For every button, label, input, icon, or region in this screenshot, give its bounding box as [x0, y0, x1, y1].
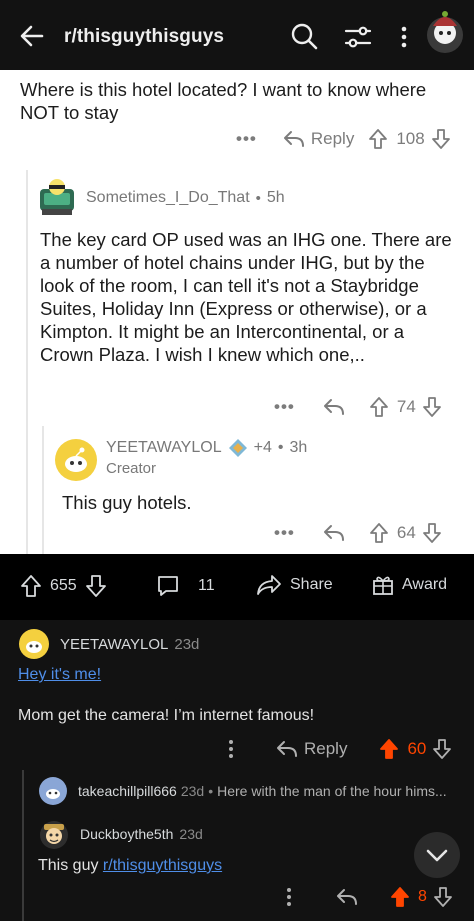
- downvote-icon[interactable]: [432, 738, 452, 760]
- dark1-link[interactable]: Hey it's me!: [18, 666, 101, 684]
- back-arrow-icon[interactable]: [18, 22, 46, 50]
- parent-score: 108: [396, 129, 425, 148]
- dark3-age: 23d: [179, 826, 203, 842]
- reply-icon: [277, 741, 297, 757]
- comment1-age: 5h: [266, 189, 285, 206]
- comment2-text: This guy hotels.: [62, 492, 192, 513]
- reply-button[interactable]: Reply: [283, 129, 354, 149]
- dark2-age: 23d: [180, 783, 205, 799]
- comment2-age: 3h: [289, 439, 308, 456]
- reply-button[interactable]: Reply: [276, 739, 347, 759]
- dark1-actions: Reply 60: [226, 738, 452, 760]
- filter-icon[interactable]: [344, 24, 372, 50]
- share-button[interactable]: Share: [256, 574, 333, 596]
- comment2-actions: ••• 64: [274, 522, 442, 544]
- user-avatar[interactable]: [424, 8, 466, 56]
- search-icon[interactable]: [290, 22, 318, 50]
- thread-line[interactable]: [42, 426, 44, 554]
- reply-icon[interactable]: [323, 524, 345, 542]
- comments-button[interactable]: 11: [156, 574, 215, 598]
- comment2-username[interactable]: YEETAWAYLOL: [106, 439, 222, 457]
- more-dots-icon[interactable]: •••: [274, 397, 295, 417]
- parent-comment-text: Where is this hotel located? I want to k…: [20, 79, 427, 123]
- dark3-body: This guy r/thisguythisguys: [38, 857, 222, 875]
- more-dots-icon[interactable]: •••: [274, 523, 295, 543]
- scroll-down-button[interactable]: [414, 832, 460, 878]
- thread-line[interactable]: [22, 770, 24, 921]
- gift-icon: [373, 576, 393, 595]
- award-count: +4: [253, 439, 272, 456]
- downvote-icon[interactable]: [431, 128, 451, 150]
- dark2-preview: Here with the man of the hour hims...: [217, 783, 447, 799]
- comment1-text: The key card OP used was an IHG one. The…: [40, 229, 452, 365]
- dark3-link[interactable]: r/thisguythisguys: [103, 857, 222, 874]
- upvote-icon[interactable]: [390, 886, 410, 908]
- thread-line[interactable]: [26, 170, 28, 554]
- post-vote: 655: [20, 574, 107, 598]
- user-avatar: [55, 439, 97, 481]
- comment-icon: [158, 576, 178, 596]
- comment2-header: YEETAWAYLOL +4 • 3h Creator: [54, 438, 307, 482]
- dark3-score: 8: [418, 888, 427, 905]
- dark1-text: Mom get the camera! I’m internet famous!: [18, 707, 315, 724]
- user-avatar: [40, 179, 74, 215]
- post-action-bar: 655 11 Share Award: [0, 554, 474, 620]
- parent-actions: ••• Reply 108: [236, 128, 451, 150]
- post-score: 655: [50, 577, 77, 594]
- more-vertical-icon[interactable]: [226, 739, 236, 759]
- award-icon: [228, 439, 247, 457]
- comment2-score: 64: [396, 523, 416, 542]
- upvote-icon[interactable]: [368, 128, 388, 150]
- dark1-header: YEETAWAYLOL 23d: [18, 628, 199, 660]
- downvote-icon[interactable]: [85, 574, 107, 598]
- chevron-down-icon: [426, 849, 448, 862]
- dark2-header[interactable]: takeachillpill666 23d • Here with the ma…: [38, 776, 447, 806]
- downvote-icon[interactable]: [433, 886, 453, 908]
- reply-icon: [283, 131, 304, 147]
- dark1-age: 23d: [174, 635, 200, 653]
- reply-icon[interactable]: [323, 398, 345, 416]
- upvote-icon[interactable]: [379, 738, 399, 760]
- downvote-icon[interactable]: [422, 522, 442, 544]
- dark3-header: Duckboythe5th 23d: [38, 818, 203, 850]
- top-bar: r/thisguythisguys: [0, 0, 474, 70]
- comment1-score: 74: [396, 397, 416, 416]
- user-avatar: [39, 777, 67, 805]
- more-dots-icon[interactable]: •••: [236, 129, 257, 149]
- upvote-icon[interactable]: [369, 396, 389, 418]
- user-avatar: [40, 821, 68, 849]
- user-avatar: [19, 629, 49, 659]
- upvote-icon[interactable]: [369, 522, 389, 544]
- comment1-username[interactable]: Sometimes_I_Do_That: [86, 189, 250, 207]
- more-options-icon[interactable]: [396, 24, 412, 50]
- award-button[interactable]: Award: [372, 574, 447, 596]
- creator-flair: Creator: [106, 460, 157, 477]
- comment1-actions: ••• 74: [274, 396, 442, 418]
- upvote-icon[interactable]: [20, 574, 42, 598]
- comment-thread-card: Where is this hotel located? I want to k…: [0, 70, 474, 554]
- reply-icon[interactable]: [336, 888, 358, 906]
- dark3-text: This guy: [38, 857, 99, 874]
- subreddit-title[interactable]: r/thisguythisguys: [64, 26, 224, 48]
- dark1-score: 60: [407, 739, 427, 758]
- share-icon: [257, 575, 281, 595]
- more-vertical-icon[interactable]: [284, 887, 294, 907]
- downvote-icon[interactable]: [422, 396, 442, 418]
- dark1-username[interactable]: YEETAWAYLOL: [60, 636, 168, 653]
- dark-comment-section: YEETAWAYLOL 23d Hey it's me! Mom get the…: [0, 620, 474, 921]
- dark3-actions: 8: [284, 886, 453, 908]
- comment1-header: Sometimes_I_Do_That • 5h: [36, 178, 285, 218]
- dark2-username[interactable]: takeachillpill666: [78, 783, 177, 799]
- dark3-username[interactable]: Duckboythe5th: [80, 826, 173, 842]
